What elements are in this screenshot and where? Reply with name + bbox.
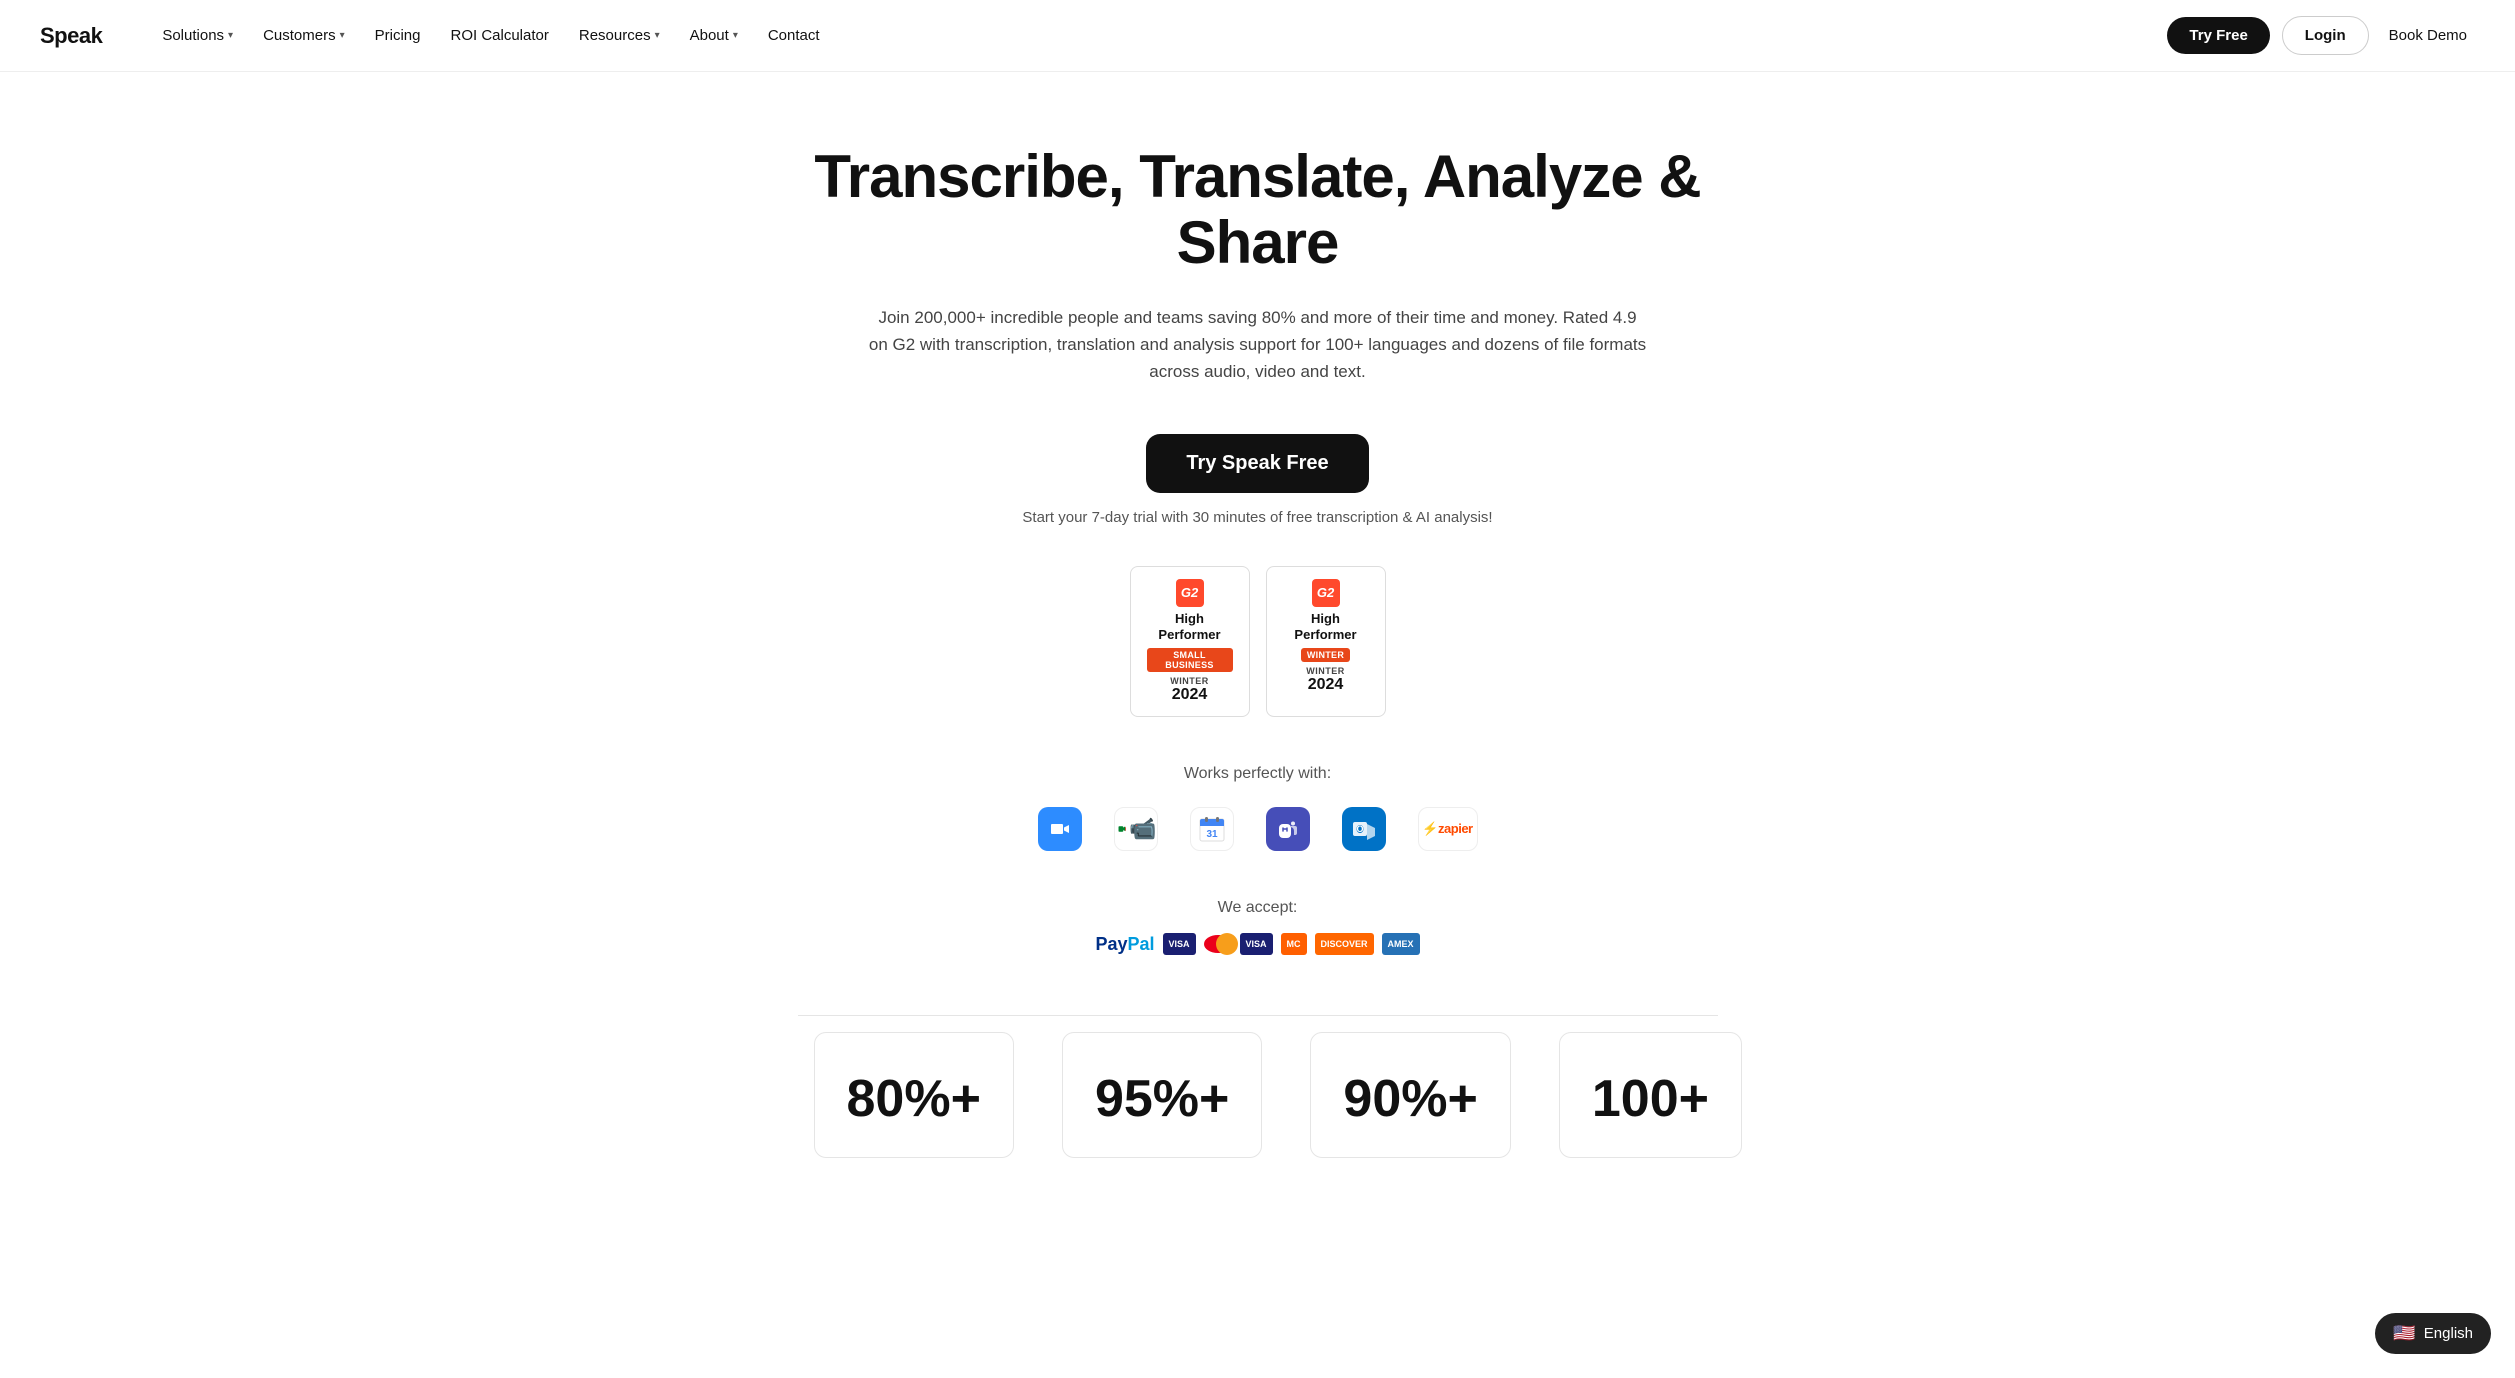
we-accept-label: We accept: — [1218, 899, 1298, 917]
badge-season: WINTER — [1170, 676, 1209, 686]
zapier-icon: ⚡zapier — [1418, 807, 1478, 851]
stat-card-3: 90%+ — [1310, 1032, 1510, 1158]
hero-title: Transcribe, Translate, Analyze & Share — [798, 144, 1718, 276]
payment-row: PayPal VISA VISA MC DISCOVER AMEX — [1095, 933, 1419, 955]
badge-category: Small Business — [1147, 648, 1233, 672]
chevron-down-icon: ▾ — [733, 30, 738, 41]
g2-badges: G2 HighPerformer Small Business WINTER 2… — [1130, 566, 1386, 718]
stat-card-2: 95%+ — [1062, 1032, 1262, 1158]
chevron-down-icon: ▾ — [340, 30, 345, 41]
nav-customers[interactable]: Customers ▾ — [251, 19, 357, 52]
nav-login-button[interactable]: Login — [2282, 16, 2369, 55]
nav-contact[interactable]: Contact — [756, 19, 832, 52]
badge-small-business: G2 HighPerformer Small Business WINTER 2… — [1130, 566, 1250, 718]
svg-text:O: O — [1356, 824, 1363, 834]
badge-year: 2024 — [1172, 686, 1208, 704]
svg-text:31: 31 — [1206, 829, 1218, 840]
hero-cta-button[interactable]: Try Speak Free — [1146, 434, 1368, 493]
chevron-down-icon: ▾ — [655, 30, 660, 41]
paypal-logo: PayPal — [1095, 934, 1154, 955]
language-label: English — [2424, 1325, 2473, 1342]
nav-actions: Try Free Login Book Demo — [2167, 16, 2475, 55]
visa-card: VISA — [1163, 933, 1196, 955]
stats-row: 80%+ 95%+ 90%+ 100+ — [798, 1015, 1718, 1174]
flag-icon: 🇺🇸 — [2393, 1323, 2415, 1344]
badge-year: 2024 — [1308, 676, 1344, 694]
badge-category: WINTER — [1301, 648, 1350, 662]
mastercard-icon — [1204, 935, 1232, 953]
visa-card-2: VISA — [1240, 933, 1273, 955]
nav-try-free-button[interactable]: Try Free — [2167, 17, 2269, 54]
nav-links: Solutions ▾ Customers ▾ Pricing ROI Calc… — [150, 19, 2167, 52]
navbar: Speak Solutions ▾ Customers ▾ Pricing RO… — [0, 0, 2515, 72]
stat-number: 95%+ — [1095, 1073, 1229, 1125]
badge-season: WINTER — [1306, 666, 1345, 676]
chevron-down-icon: ▾ — [228, 30, 233, 41]
google-meet-icon: 📹 — [1114, 807, 1158, 851]
g2-icon: G2 — [1176, 579, 1204, 607]
nav-resources[interactable]: Resources ▾ — [567, 19, 672, 52]
stat-card-1: 80%+ — [814, 1032, 1014, 1158]
google-calendar-icon: 31 — [1190, 807, 1234, 851]
stat-number: 100+ — [1592, 1073, 1709, 1125]
stat-number: 90%+ — [1343, 1073, 1477, 1125]
stat-number: 80%+ — [847, 1073, 981, 1125]
hero-subtitle: Join 200,000+ incredible people and team… — [868, 304, 1648, 386]
language-selector[interactable]: 🇺🇸 English — [2375, 1313, 2491, 1354]
hero-trial-note: Start your 7-day trial with 30 minutes o… — [1022, 509, 1492, 526]
nav-book-demo-button[interactable]: Book Demo — [2381, 17, 2475, 54]
nav-roi-calculator[interactable]: ROI Calculator — [439, 19, 561, 52]
amex-card: AMEX — [1382, 933, 1420, 955]
brand-logo[interactable]: Speak — [40, 23, 102, 49]
ms-teams-icon — [1266, 807, 1310, 851]
g2-icon: G2 — [1312, 579, 1340, 607]
zoom-icon — [1038, 807, 1082, 851]
stat-card-4: 100+ — [1559, 1032, 1742, 1158]
mastercard-2: MC — [1281, 933, 1307, 955]
ms-outlook-icon: O — [1342, 807, 1386, 851]
nav-pricing[interactable]: Pricing — [363, 19, 433, 52]
nav-solutions[interactable]: Solutions ▾ — [150, 19, 245, 52]
nav-about[interactable]: About ▾ — [678, 19, 750, 52]
hero-section: Transcribe, Translate, Analyze & Share J… — [0, 72, 2515, 1222]
works-with-label: Works perfectly with: — [1184, 765, 1331, 783]
discover-card: DISCOVER — [1315, 933, 1374, 955]
integrations-row: 📹 31 — [1038, 807, 1478, 851]
badge-winter: G2 HighPerformer WINTER WINTER 2024 — [1266, 566, 1386, 718]
badge-title: HighPerformer — [1294, 611, 1356, 645]
badge-title: HighPerformer — [1158, 611, 1220, 645]
